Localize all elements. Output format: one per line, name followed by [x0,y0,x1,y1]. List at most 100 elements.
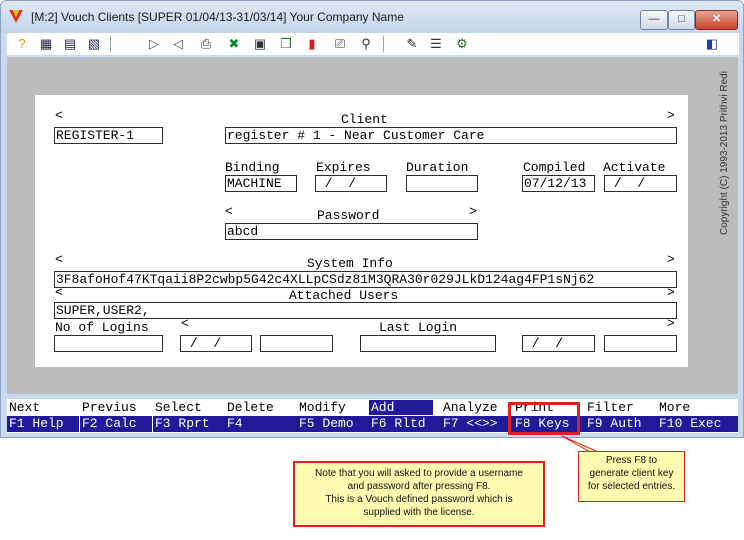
maximize-button[interactable]: □ [668,10,695,30]
last-login-field[interactable] [360,335,496,352]
last-extra-field[interactable] [604,335,677,352]
attached-users-label: Attached Users [289,288,399,303]
password-label: Password [317,208,380,223]
client-form-panel: < Client > REGISTER-1 register # 1 - Nea… [35,95,688,367]
client-area: < Client > REGISTER-1 register # 1 - Nea… [7,57,738,394]
duration-label: Duration [406,160,469,175]
note-line: supplied with the license. [363,507,475,518]
scroll-left-arrow[interactable]: < [55,109,63,123]
last-date2-field[interactable]: / / [522,335,595,352]
binding-label: Binding [225,160,280,175]
copy-icon[interactable]: ❐ [277,35,295,53]
attached-users-field[interactable]: SUPER,USER2, [54,302,677,319]
fkey-action-label: More [659,400,691,415]
exit-icon[interactable]: ◧ [703,35,721,53]
fkey-action-label: Analyze [443,400,498,415]
password-field[interactable]: abcd [225,223,478,240]
no-of-logins-label: No of Logins [55,320,149,335]
duration-field[interactable] [406,175,478,192]
last-login-date-field[interactable]: / / [180,335,252,352]
app-window: [M:2] Vouch Clients [SUPER 01/04/13-31/0… [0,0,744,438]
fkey-action-label: Next [9,400,41,415]
fkey-key-label: F6 Rltd [369,416,441,432]
toolbar-separator [383,36,384,52]
grid-icon[interactable]: ▦ [37,35,55,53]
help-icon[interactable]: ? [13,35,31,53]
fkey-action-label: Previus [82,400,137,415]
password-left-arrow[interactable]: < [225,205,233,219]
sysinfo-left-arrow[interactable]: < [55,253,63,267]
password-right-arrow[interactable]: > [469,205,477,219]
client-label: Client [341,112,388,127]
users-right-arrow[interactable]: > [667,286,675,300]
minimize-button[interactable]: — [640,10,668,30]
logins-right-arrow[interactable]: > [667,317,675,331]
f8-note-line: Press F8 to [605,455,658,466]
find-icon[interactable]: ⚲ [357,35,375,53]
fkey-f5[interactable]: Modify F5 Demo [297,399,369,433]
fkey-f1[interactable]: Next F1 Help [7,399,79,433]
fkey-key-label: F3 Rprt [153,416,225,432]
title-bar[interactable]: [M:2] Vouch Clients [SUPER 01/04/13-31/0… [1,1,743,33]
system-info-label: System Info [307,256,393,271]
fkey-key-label: F10 Exec [657,416,738,432]
image-icon[interactable]: ▣ [251,35,269,53]
system-info-field[interactable]: 3F8afoHof47KTqaii8P2cwbp5G42c4XLLpCSdz81… [54,271,677,288]
app-logo-icon [9,10,23,23]
chart-icon[interactable]: ▮ [303,35,321,53]
list-icon[interactable]: ☰ [427,35,445,53]
no-of-logins-field[interactable] [54,335,163,352]
fkey-key-label: F9 Auth [585,416,657,432]
logins-left-arrow[interactable]: < [181,317,189,331]
note-callout: Note that you will asked to provide a us… [293,461,545,527]
sysinfo-right-arrow[interactable]: > [667,253,675,267]
note-line: Note that you will asked to provide a us… [315,468,523,479]
compiled-field[interactable]: 07/12/13 [522,175,595,192]
fkey-f2[interactable]: Previus F2 Calc [80,399,152,433]
window-title: [M:2] Vouch Clients [SUPER 01/04/13-31/0… [31,10,404,24]
fkey-f9[interactable]: Filter F9 Auth [585,399,657,433]
copyright-text: Copyright (C) 1993-2013 Prithvi Redi [719,71,730,235]
activate-field[interactable]: / / [604,175,677,192]
f8-callout: Press F8 to generate client key for sele… [578,451,685,502]
fkey-action-label: Select [155,400,202,415]
f8-highlight-box [508,402,580,435]
report-icon[interactable]: ▧ [85,35,103,53]
binding-field[interactable]: MACHINE [225,175,297,192]
note-line: This is a Vouch defined password which i… [325,494,513,505]
scroll-right-arrow[interactable]: > [667,109,675,123]
fkey-action-label: Delete [227,400,274,415]
notes-icon[interactable]: ✎ [403,35,421,53]
print-setup-icon[interactable]: ⎙ [197,35,215,53]
fkey-f10[interactable]: More F10 Exec [657,399,738,433]
fkey-key-label: F1 Help [7,416,79,432]
settings-icon[interactable]: ⚙ [453,35,471,53]
toolbar: ? ▦ ▤ ▧ ▷ ◁ ⎙ ✖ ▣ ❐ ▮ ⎚ ⚲ ✎ ☰ ⚙ ◧ [7,33,739,55]
table-icon[interactable]: ▤ [61,35,79,53]
client-name-field[interactable]: register # 1 - Near Customer Care [225,127,677,144]
fkey-key-label: F5 Demo [297,416,369,432]
fkey-key-label: F4 [225,416,297,432]
last-login-time-field[interactable] [260,335,333,352]
toolbar-separator [110,36,111,52]
f8-note-line: generate client key [589,468,674,479]
note-line: and password after pressing F8. [347,481,491,492]
fkey-f3[interactable]: Select F3 Rprt [153,399,225,433]
back-icon[interactable]: ◁ [169,35,187,53]
fkey-f4[interactable]: Delete F4 [225,399,297,433]
expires-field[interactable]: / / [315,175,387,192]
f8-note-line: for selected entries. [587,481,676,492]
play-icon[interactable]: ▷ [145,35,163,53]
client-code-field[interactable]: REGISTER-1 [54,127,163,144]
users-left-arrow[interactable]: < [55,286,63,300]
tools-icon[interactable]: ✖ [225,35,243,53]
fkey-f7[interactable]: Analyze F7 <<>> [441,399,513,433]
fkey-key-label: F2 Calc [80,416,152,432]
expires-label: Expires [316,160,371,175]
fkey-f6[interactable]: Add F6 Rltd [369,399,441,433]
printer-icon[interactable]: ⎚ [331,35,349,53]
fkey-action-label: Filter [587,400,634,415]
compiled-label: Compiled [523,160,586,175]
close-button[interactable]: ✕ [695,10,738,30]
fkey-key-label: F7 <<>> [441,416,513,432]
